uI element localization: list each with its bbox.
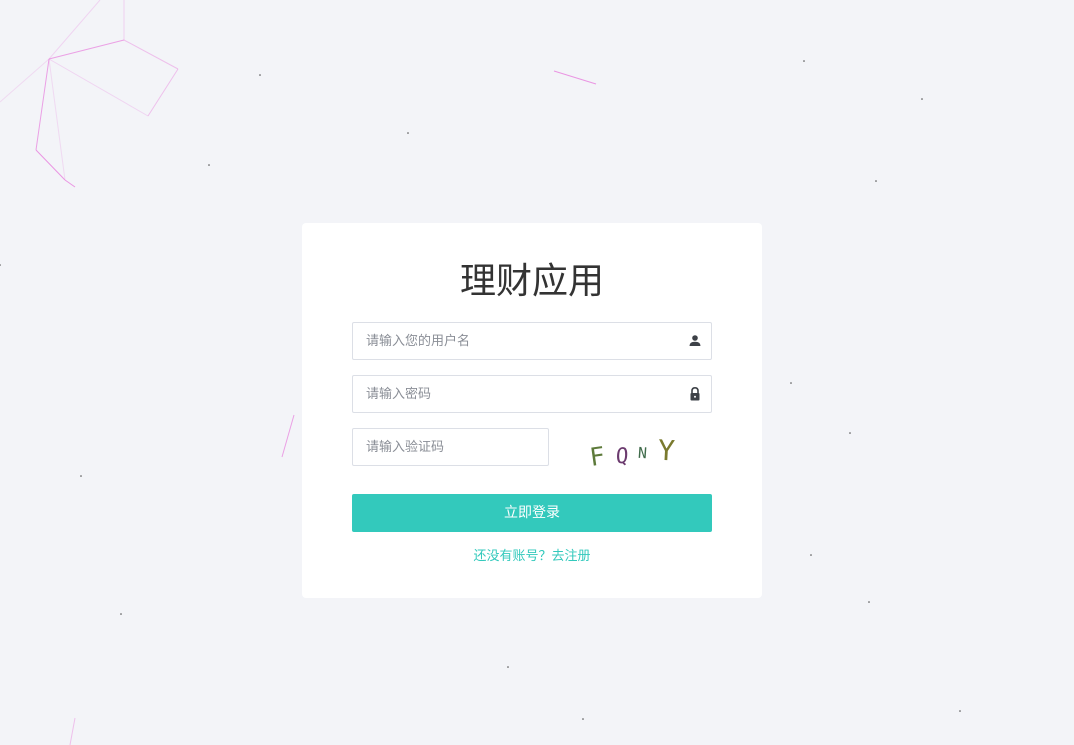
captcha-char: F [588, 441, 607, 472]
captcha-image[interactable]: F Q N Y [582, 428, 692, 476]
password-field[interactable] [352, 375, 712, 413]
username-input[interactable] [353, 323, 711, 359]
register-link[interactable]: 还没有账号？去注册 [302, 548, 762, 566]
password-input[interactable] [353, 376, 711, 412]
captcha-char: N [637, 444, 647, 463]
user-icon [689, 335, 701, 346]
page-title: 理财应用 [459, 261, 604, 302]
captcha-field[interactable] [352, 428, 549, 466]
login-button[interactable]: 立即登录 [352, 494, 712, 532]
username-field[interactable] [352, 322, 712, 360]
lock-icon [690, 386, 700, 401]
captcha-char: Q [614, 443, 631, 469]
login-card: 理财应用 F Q N Y 立即登录 还没有账号？去注册 [302, 223, 762, 598]
captcha-char: Y [657, 434, 676, 468]
captcha-input[interactable] [353, 429, 548, 465]
